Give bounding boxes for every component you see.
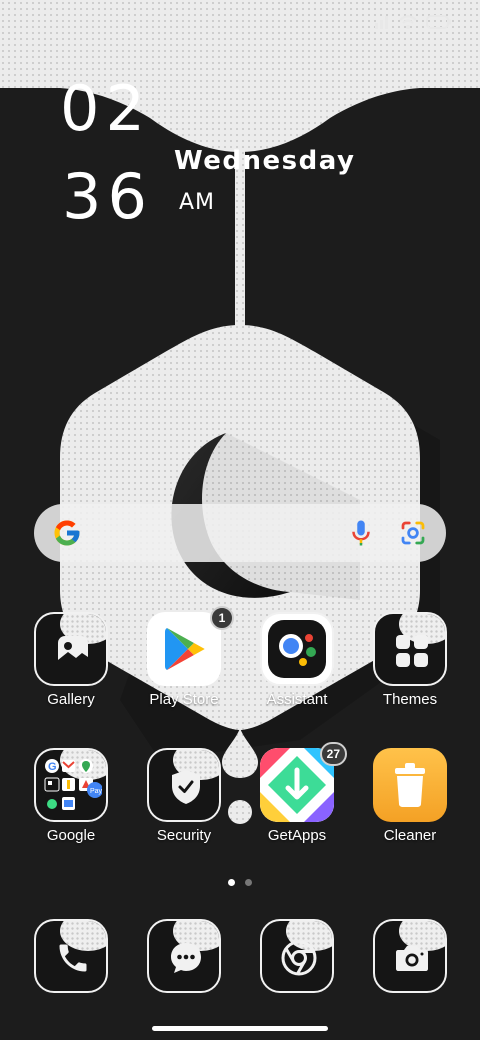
microphone-icon[interactable]	[346, 518, 376, 548]
app-label: Security	[156, 827, 212, 844]
google-assistant-icon	[260, 612, 334, 686]
notification-badge: 27	[319, 742, 347, 766]
play-store-icon	[147, 612, 221, 686]
app-play-store[interactable]: 1 Play Store	[128, 606, 240, 708]
app-label: Play Store	[149, 691, 219, 708]
page-indicator	[228, 879, 252, 886]
app-security[interactable]: Security	[128, 748, 240, 844]
clock-day: Wednesday	[174, 146, 356, 176]
notification-badge: 1	[210, 606, 234, 630]
battery-icon	[426, 15, 451, 29]
app-label: Themes	[382, 691, 438, 708]
cleaner-trash-icon	[373, 748, 447, 822]
status-bar	[374, 14, 452, 30]
clock-minute: 36	[62, 160, 153, 233]
app-assistant[interactable]: Assistant	[241, 612, 353, 708]
clock-ampm: AM	[179, 190, 216, 215]
svg-text:Pay: Pay	[90, 788, 102, 795]
dock-camera[interactable]	[354, 919, 466, 993]
google-folder-icon: G Pay	[34, 748, 108, 822]
google-g-icon	[54, 520, 80, 546]
google-search-bar[interactable]	[34, 504, 446, 562]
google-lens-icon[interactable]	[398, 518, 428, 548]
clock-hour: 02	[60, 72, 151, 145]
app-google-folder[interactable]: G Pay Google	[15, 748, 127, 844]
app-themes[interactable]: Themes	[354, 612, 466, 708]
gallery-icon	[34, 612, 108, 686]
dock-phone[interactable]	[15, 919, 127, 993]
app-label: Gallery	[47, 691, 95, 708]
camera-icon	[373, 919, 447, 993]
chrome-icon	[260, 919, 334, 993]
security-shield-icon	[147, 748, 221, 822]
app-cleaner[interactable]: Cleaner	[354, 748, 466, 844]
svg-text:G: G	[48, 761, 57, 773]
page-dot	[245, 879, 252, 886]
app-getapps[interactable]: 27 GetApps	[241, 742, 353, 844]
app-label: Google	[46, 827, 96, 844]
gesture-nav-bar[interactable]	[152, 1026, 328, 1031]
signal-icon	[375, 16, 388, 29]
dock-messages[interactable]	[128, 919, 240, 993]
app-gallery[interactable]: Gallery	[15, 612, 127, 708]
phone-icon	[34, 919, 108, 993]
app-label: GetApps	[267, 827, 327, 844]
page-dot-active	[228, 879, 235, 886]
app-label: Cleaner	[383, 827, 437, 844]
app-label: Assistant	[266, 691, 328, 708]
dock-chrome[interactable]	[241, 919, 353, 993]
themes-icon	[373, 612, 447, 686]
messages-icon	[147, 919, 221, 993]
wifi-icon	[399, 15, 417, 29]
